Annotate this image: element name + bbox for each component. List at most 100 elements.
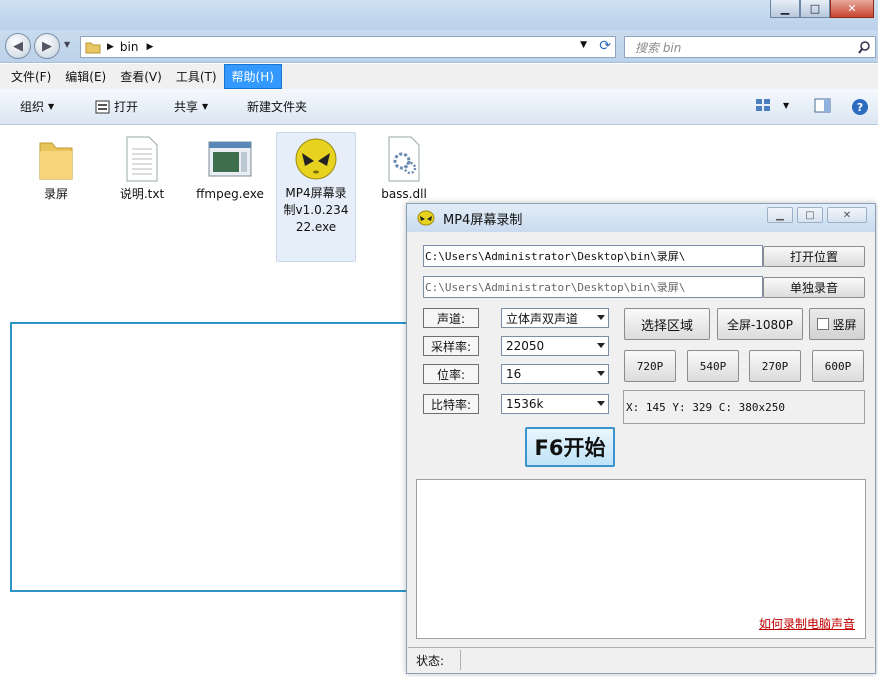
sample-rate-value: 22050 [506, 339, 545, 353]
address-dropdown-icon[interactable]: ▼ [580, 40, 587, 50]
recorder-maximize-button[interactable]: □ [797, 207, 823, 223]
help-link[interactable]: 如何录制电脑声音 [759, 615, 855, 632]
res-270p-button[interactable]: 270P [749, 350, 801, 382]
desktop-screen: ▁ □ ✕ ◀ ▶ ▼ ▶ bin ▶ ▼ ⟳ 搜索 bin 文件(F) 编辑(… [0, 0, 878, 677]
back-button[interactable]: ◀ [5, 33, 31, 59]
recorder-minimize-button[interactable]: ▁ [767, 207, 793, 223]
recorder-close-button[interactable]: ✕ [827, 207, 867, 223]
output-path-field[interactable]: C:\Users\Administrator\Desktop\bin\录屏\ [423, 245, 763, 267]
menu-view[interactable]: 查看(V) [113, 65, 169, 88]
menu-file[interactable]: 文件(F) [4, 65, 58, 88]
alien-app-icon [417, 210, 435, 226]
view-grid-icon [756, 99, 770, 111]
breadcrumb-bin[interactable]: bin [120, 40, 139, 54]
open-location-button[interactable]: 打开位置 [763, 246, 865, 267]
recording-region-outline [10, 322, 422, 592]
channel-select[interactable]: 立体声双声道 [501, 308, 609, 328]
bitrate-select[interactable]: 1536k [501, 394, 609, 414]
search-icon[interactable] [858, 41, 871, 54]
select-area-button[interactable]: 选择区域 [624, 308, 710, 340]
sample-rate-select[interactable]: 22050 [501, 336, 609, 356]
recorder-titlebar: MP4屏幕录制 ▁ □ ✕ [407, 204, 875, 232]
command-bar: 组织 ▼ 打开 共享 ▼ 新建文件夹 ▼ ? [0, 89, 878, 125]
res-540p-button[interactable]: 540P [687, 350, 739, 382]
breadcrumb-chevron-icon[interactable]: ▶ [146, 42, 153, 52]
organize-button[interactable]: 组织 ▼ [20, 98, 54, 115]
menu-edit[interactable]: 编辑(E) [58, 65, 113, 88]
chevron-down-icon: ▼ [783, 100, 790, 110]
status-bar: 状态: [408, 647, 874, 672]
breadcrumb-separator-icon: ▶ [107, 42, 114, 52]
res-720p-button[interactable]: 720P [624, 350, 676, 382]
explorer-titlebar: ▁ □ ✕ [0, 0, 878, 30]
open-label: 打开 [114, 100, 139, 114]
status-label: 状态: [416, 653, 445, 668]
window-controls: ▁ □ ✕ [770, 0, 874, 18]
file-name: bass.dll [381, 187, 427, 201]
start-recording-button[interactable]: F6开始 [525, 427, 615, 467]
file-item-selected[interactable]: MP4屏幕录制v1.0.23422.exe [276, 132, 356, 262]
chevron-down-icon [597, 371, 605, 376]
bitrate-label: 比特率: [423, 394, 479, 414]
chevron-down-icon: ▼ [48, 102, 55, 111]
search-placeholder: 搜索 bin [635, 40, 682, 55]
file-name: ffmpeg.exe [196, 187, 264, 201]
forward-button[interactable]: ▶ [34, 33, 60, 59]
portrait-checkbox[interactable] [817, 318, 830, 330]
folder-icon [33, 134, 79, 184]
file-item[interactable]: bass.dll [364, 134, 444, 203]
file-item[interactable]: 说明.txt [102, 134, 182, 203]
preview-pane-button[interactable] [814, 98, 831, 113]
portrait-label: 竖屏 [832, 317, 857, 332]
chevron-down-icon: ▼ [202, 102, 209, 111]
search-input[interactable]: 搜索 bin [624, 36, 876, 58]
recorder-window: MP4屏幕录制 ▁ □ ✕ C:\Users\Administrator\Des… [406, 203, 876, 674]
bit-depth-value: 16 [506, 367, 522, 381]
help-icon: ? [852, 99, 868, 115]
maximize-button[interactable]: □ [800, 0, 830, 18]
chevron-down-icon [597, 315, 605, 320]
view-options-button[interactable]: ▼ [755, 98, 789, 112]
text-file-icon [119, 134, 165, 184]
channel-value: 立体声双声道 [506, 311, 579, 326]
file-name: MP4屏幕录制v1.0.23422.exe [283, 186, 349, 234]
close-button[interactable]: ✕ [830, 0, 874, 18]
address-row: ◀ ▶ ▼ ▶ bin ▶ ▼ ⟳ 搜索 bin [0, 30, 878, 63]
chevron-down-icon [597, 401, 605, 406]
open-button[interactable]: 打开 [95, 98, 138, 115]
history-dropdown-icon[interactable]: ▼ [64, 40, 70, 49]
channel-label: 声道: [423, 308, 479, 328]
menu-bar: 文件(F) 编辑(E) 查看(V) 工具(T) 帮助(H) [0, 64, 878, 89]
refresh-icon[interactable]: ⟳ [599, 38, 611, 54]
open-file-icon [95, 100, 110, 113]
audio-path-field[interactable]: C:\Users\Administrator\Desktop\bin\录屏\ [423, 276, 763, 298]
svg-text:?: ? [857, 101, 863, 114]
file-name: 录屏 [43, 187, 68, 201]
help-button[interactable]: ? [851, 98, 869, 116]
address-bar[interactable]: ▶ bin ▶ ▼ ⟳ [80, 36, 616, 58]
preview-pane-icon [814, 98, 831, 113]
status-separator [460, 650, 461, 670]
minimize-button[interactable]: ▁ [770, 0, 800, 18]
share-button[interactable]: 共享 ▼ [174, 98, 208, 115]
coordinates-readout: X: 145 Y: 329 C: 380x250 [623, 390, 865, 424]
bitrate-value: 1536k [506, 397, 544, 411]
bit-depth-select[interactable]: 16 [501, 364, 609, 384]
folder-small-icon [85, 42, 101, 54]
file-item[interactable]: ffmpeg.exe [190, 134, 270, 203]
exe-file-icon [207, 134, 253, 184]
audio-only-button[interactable]: 单独录音 [763, 277, 865, 298]
fullscreen-1080p-button[interactable]: 全屏-1080P [717, 308, 803, 340]
dll-file-icon [381, 134, 427, 184]
alien-app-icon [293, 133, 339, 183]
forward-arrow-icon: ▶ [42, 38, 52, 54]
menu-tools[interactable]: 工具(T) [169, 65, 224, 88]
portrait-toggle[interactable]: 竖屏 [809, 308, 865, 340]
share-label: 共享 [174, 100, 199, 114]
res-600p-button[interactable]: 600P [812, 350, 864, 382]
sample-rate-label: 采样率: [423, 336, 479, 356]
organize-label: 组织 [20, 100, 45, 114]
menu-help[interactable]: 帮助(H) [223, 64, 282, 89]
new-folder-button[interactable]: 新建文件夹 [247, 98, 307, 115]
file-item[interactable]: 录屏 [16, 134, 96, 203]
